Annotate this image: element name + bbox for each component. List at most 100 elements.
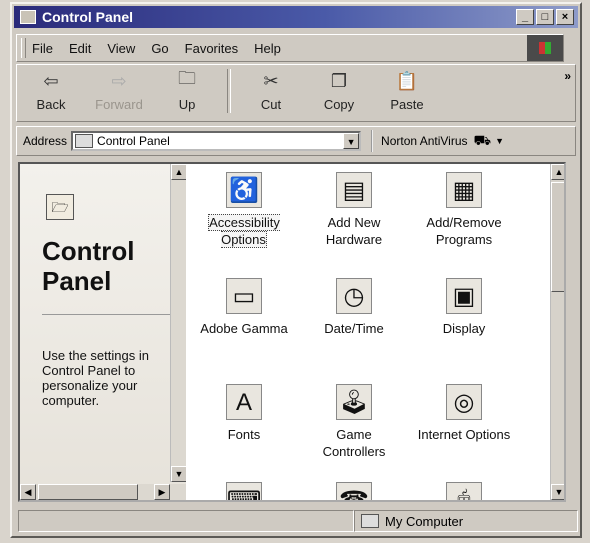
add-new-hardware-item[interactable]: ▤ Add New Hardware	[306, 172, 402, 248]
scroll-down-arrow-icon[interactable]: ▼	[171, 466, 186, 482]
monitor-icon: ▭	[226, 278, 262, 314]
telephone-icon: ☎	[336, 482, 372, 500]
norton-antivirus-button[interactable]: Norton AntiVirus ⛟ ▼	[371, 130, 504, 152]
wheelchair-icon: ♿	[226, 172, 262, 208]
date-time-item[interactable]: ◷ Date/Time	[306, 278, 402, 337]
joystick-icon: 🕹	[336, 384, 372, 420]
control-panel-window: Control Panel _ □ × File Edit View Go Fa…	[10, 2, 582, 538]
address-dropdown-button[interactable]: ▼	[343, 133, 360, 149]
scroll-up-arrow-icon[interactable]: ▲	[171, 164, 186, 180]
up-folder-icon: 🗀	[178, 68, 196, 88]
accessibility-options-item[interactable]: ♿ Accessibility Options	[196, 172, 292, 248]
calendar-clock-icon: ◷	[336, 278, 372, 314]
cut-label: Cut	[260, 97, 282, 112]
scroll-up-arrow-icon[interactable]: ▲	[551, 164, 564, 180]
control-panel-icon	[20, 10, 36, 24]
window-title: Control Panel	[42, 9, 134, 25]
item-label: Add/Remove Programs	[426, 215, 502, 247]
game-controllers-item[interactable]: 🕹 Game Controllers	[306, 384, 402, 460]
menu-file[interactable]: File	[32, 41, 53, 56]
content-area: 🗁 Control Panel Use the settings in Cont…	[18, 162, 566, 502]
control-panel-folder-icon: 🗁	[46, 194, 74, 220]
item-label: Fonts	[227, 427, 261, 442]
copy-button[interactable]: ❐ Copy	[305, 69, 373, 113]
horizontal-scroll-thumb[interactable]	[38, 484, 138, 500]
copy-label: Copy	[323, 97, 355, 112]
menu-grip[interactable]	[21, 38, 26, 58]
keyboard-item[interactable]: ⌨	[196, 482, 292, 500]
maximize-button[interactable]: □	[536, 9, 554, 25]
globe-icon: ◎	[446, 384, 482, 420]
mouse-item[interactable]: 🖰	[416, 482, 512, 500]
norton-icon: ⛟	[473, 131, 492, 148]
cut-button[interactable]: ✂ Cut	[237, 69, 305, 113]
norton-label: Norton AntiVirus	[381, 134, 468, 148]
pane-divider	[42, 314, 172, 315]
paste-button[interactable]: 📋 Paste	[373, 69, 441, 113]
paste-label: Paste	[390, 97, 424, 112]
forward-arrow-icon: ⇨	[111, 70, 127, 91]
pane-title: Control Panel	[42, 236, 135, 296]
address-input[interactable]: Control Panel ▼	[71, 131, 362, 151]
scroll-down-arrow-icon[interactable]: ▼	[551, 484, 564, 500]
display-icon: ▣	[446, 278, 482, 314]
item-label: Date/Time	[324, 321, 384, 336]
keyboard-icon: ⌨	[226, 482, 262, 500]
item-label: Internet Options	[417, 427, 511, 442]
display-item[interactable]: ▣ Display	[416, 278, 512, 337]
status-zone-cell: My Computer	[354, 510, 578, 532]
menu-go[interactable]: Go	[151, 41, 168, 56]
norton-dropdown-icon: ▼	[495, 136, 505, 146]
webview-info-pane: 🗁 Control Panel Use the settings in Cont…	[20, 164, 186, 500]
toolbar-separator	[227, 69, 231, 113]
up-label: Up	[178, 97, 196, 112]
icon-pane-vertical-scrollbar[interactable]: ▲ ▼	[550, 164, 564, 500]
scroll-left-arrow-icon[interactable]: ◀	[20, 484, 36, 500]
standard-toolbar: ⇦ Back ⇨ Forward 🗀 Up ✂ Cut ❐ Copy 📋 Pas…	[16, 64, 576, 122]
menu-bar: File Edit View Go Favorites Help	[16, 34, 564, 62]
fonts-folder-icon: A	[226, 384, 262, 420]
scissors-icon: ✂	[263, 70, 279, 91]
status-bar: My Computer	[18, 510, 578, 534]
address-bar: Address Control Panel ▼ Norton AntiVirus…	[16, 126, 576, 156]
left-pane-horizontal-scrollbar[interactable]: ◀ ▶	[20, 484, 186, 500]
vertical-scroll-thumb[interactable]	[551, 182, 564, 292]
hardware-icon: ▤	[336, 172, 372, 208]
toolbar-overflow-chevron[interactable]: »	[564, 69, 571, 83]
menu-help[interactable]: Help	[254, 41, 281, 56]
back-button[interactable]: ⇦ Back	[17, 69, 85, 113]
my-computer-icon	[361, 514, 379, 528]
title-bar[interactable]: Control Panel _ □ ×	[14, 6, 578, 28]
mouse-icon: 🖰	[446, 482, 482, 500]
forward-label: Forward	[95, 97, 143, 112]
menu-edit[interactable]: Edit	[69, 41, 91, 56]
status-zone-label: My Computer	[385, 513, 464, 529]
windows-logo	[527, 35, 563, 61]
up-button[interactable]: 🗀 Up	[153, 68, 221, 112]
icon-grid: ♿ Accessibility Options ▤ Add New Hardwa…	[188, 164, 548, 500]
menu-favorites[interactable]: Favorites	[185, 41, 238, 56]
item-label: Add New Hardware	[325, 215, 383, 247]
fonts-item[interactable]: A Fonts	[196, 384, 292, 443]
control-panel-small-icon	[75, 134, 94, 148]
programs-icon: ▦	[446, 172, 482, 208]
minimize-button[interactable]: _	[516, 9, 534, 25]
modems-item[interactable]: ☎	[306, 482, 402, 500]
address-value: Control Panel	[97, 134, 170, 148]
copy-icon: ❐	[330, 70, 348, 91]
back-arrow-icon: ⇦	[43, 70, 59, 91]
item-label: Display	[442, 321, 486, 336]
forward-button[interactable]: ⇨ Forward	[85, 69, 153, 113]
address-label: Address	[23, 134, 68, 148]
internet-options-item[interactable]: ◎ Internet Options	[416, 384, 512, 443]
close-button[interactable]: ×	[556, 9, 574, 25]
adobe-gamma-item[interactable]: ▭ Adobe Gamma	[196, 278, 292, 337]
left-pane-vertical-scrollbar[interactable]: ▲ ▼	[170, 164, 186, 482]
add-remove-programs-item[interactable]: ▦ Add/Remove Programs	[416, 172, 512, 248]
pane-description: Use the settings in Control Panel to per…	[42, 348, 149, 408]
menu-view[interactable]: View	[107, 41, 135, 56]
item-label: Game Controllers	[322, 427, 386, 459]
scroll-right-arrow-icon[interactable]: ▶	[154, 484, 170, 500]
item-label: Adobe Gamma	[200, 321, 288, 336]
paste-icon: 📋	[395, 70, 419, 91]
